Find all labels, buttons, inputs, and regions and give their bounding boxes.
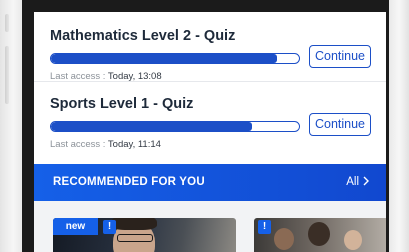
device-side-button [5, 14, 9, 32]
progress-fill [51, 54, 277, 63]
card-image [274, 228, 294, 250]
progress-bar [50, 53, 300, 64]
course-title: Mathematics Level 2 - Quiz [50, 28, 236, 44]
last-access-label: Last access : [50, 139, 108, 150]
continue-button[interactable]: Continue [309, 113, 371, 136]
progress-bar [50, 121, 300, 132]
recommended-title: RECOMMENDED FOR YOU [53, 176, 205, 188]
chevron-right-icon [363, 176, 369, 186]
divider [34, 81, 386, 82]
recommended-card[interactable]: ! [254, 218, 386, 252]
card-image-figure [344, 230, 362, 250]
course-title: Sports Level 1 - Quiz [50, 96, 194, 112]
new-badge: new [53, 218, 98, 235]
card-image-figure [308, 222, 330, 246]
progress-fill [51, 122, 252, 131]
app-screen: Mathematics Level 2 - Quiz Last access :… [34, 12, 386, 252]
recommended-cards: new ! ! [34, 201, 386, 252]
device-volume-button [5, 46, 9, 104]
recommended-header: RECOMMENDED FOR YOU All [34, 164, 386, 201]
alert-badge: ! [258, 220, 271, 234]
last-access-time: Today, 11:14 [107, 139, 161, 150]
course-item: Sports Level 1 - Quiz Last access : Toda… [34, 96, 386, 164]
device-frame-left [0, 0, 22, 252]
continue-button[interactable]: Continue [309, 45, 371, 68]
see-all-link[interactable]: All [346, 164, 369, 201]
device-frame-right [389, 0, 409, 252]
last-access: Last access : Today, 11:14 [50, 139, 161, 150]
alert-badge: ! [103, 220, 116, 234]
see-all-label: All [346, 176, 359, 188]
card-image-hair [111, 218, 157, 230]
course-item: Mathematics Level 2 - Quiz Last access :… [34, 28, 386, 96]
card-image-glasses [117, 234, 153, 242]
recommended-card[interactable]: new ! [53, 218, 236, 252]
